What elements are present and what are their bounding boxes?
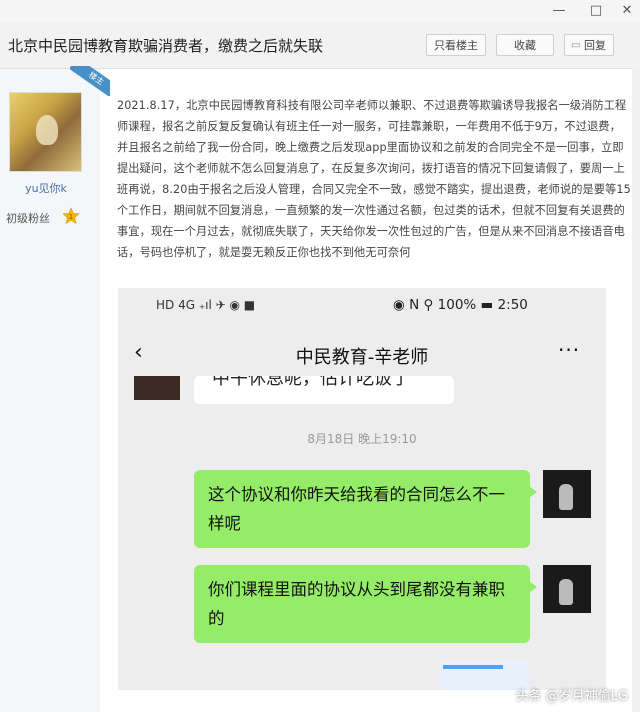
user-avatar [543,470,591,518]
post-body: 2021.8.17，北京中民园博教育科技有限公司辛老师以兼职、不过退费等欺骗诱导… [117,99,631,259]
outgoing-message: 这个协议和你昨天给我看的合同怎么不一样呢 [194,470,537,548]
chat-timestamp: 8月18日 晚上19:10 [307,432,417,446]
avatar-figure [36,115,58,145]
phone-status-right: ◉ N ⚲ 100% ▬ 2:50 [393,297,528,313]
close-icon[interactable]: ✕ [616,2,638,20]
watermark: 头条 @岁月神偷LG [515,689,628,704]
phone-status-bar: HD 4G ₊ıl ✈ ◉ ■ ◉ N ⚲ 100% ▬ 2:50 [118,288,606,324]
page-scrollbar[interactable] [632,68,640,712]
contact-avatar [134,376,180,400]
minimize-icon[interactable]: — [548,2,570,20]
author-name[interactable]: yu见你k [8,180,84,196]
user-avatar-figure [559,484,573,510]
rank-level: 1 [69,213,73,221]
incoming-message-text: 中午休息呢，估计吃饭了 [212,376,410,389]
phone-status-left: HD 4G ₊ıl ✈ ◉ ■ [156,298,256,312]
more-icon[interactable]: ··· [558,338,580,362]
chat-screenshot: HD 4G ₊ıl ✈ ◉ ■ ◉ N ⚲ 100% ▬ 2:50 ‹ 中民教育… [118,288,606,690]
window-titlebar: — □ ✕ [0,0,640,22]
outgoing-message-text: 你们课程里面的协议从头到尾都没有兼职的 [208,580,505,628]
incoming-message: 中午休息呢，估计吃饭了 [194,376,454,404]
reply-button[interactable]: ▭ 回复 [564,34,614,56]
only-op-button[interactable]: 只看楼主 [426,34,486,56]
favorite-button[interactable]: 收藏 [496,34,554,56]
thread-header: 北京中民园博教育欺骗消费者，缴费之后就失联 只看楼主 收藏 ▭ 回复 [0,22,640,69]
chat-title: 中民教育-辛老师 [295,347,429,368]
user-avatar-figure [559,579,573,605]
outgoing-message-text: 这个协议和你昨天给我看的合同怎么不一样呢 [208,485,505,533]
rank-star-icon: 1 [62,207,80,225]
user-avatar [543,565,591,613]
outgoing-message: 你们课程里面的协议从头到尾都没有兼职的 [194,565,537,643]
reply-icon: ▭ [571,40,581,51]
restore-icon[interactable]: □ [585,2,607,20]
author-rank: 初级粉丝 [6,212,50,225]
card-preview-bar [443,665,503,669]
avatar[interactable] [9,92,82,172]
thread-title: 北京中民园博教育欺骗消费者，缴费之后就失联 [8,37,324,55]
reply-label: 回复 [584,39,606,52]
